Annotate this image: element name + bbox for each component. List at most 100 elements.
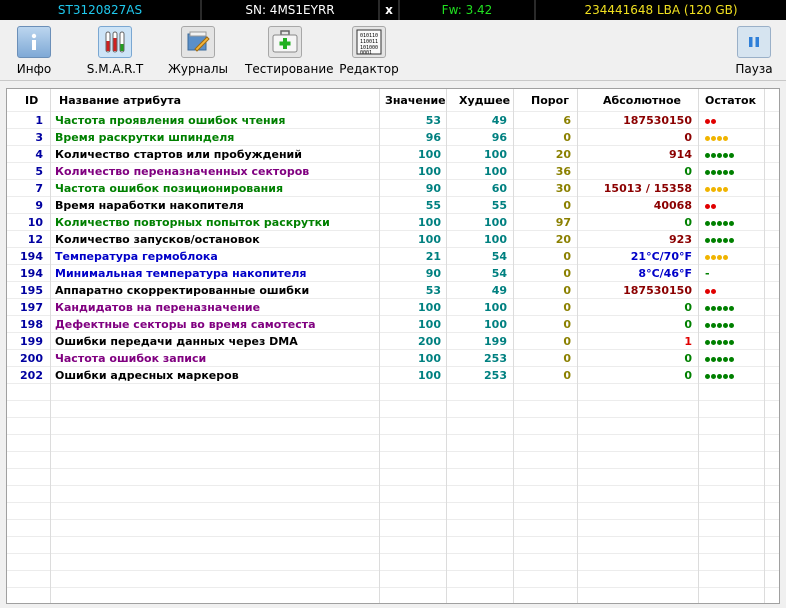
health-dot	[711, 169, 716, 175]
health-dot	[723, 152, 728, 158]
table-row[interactable]: 199 Ошибки передачи данных через DMA 200 19…	[7, 333, 779, 350]
attribute-raw: 21°C/70°F	[630, 250, 692, 263]
row-divider	[7, 434, 779, 435]
health-dot	[729, 220, 734, 226]
attribute-id: 194	[20, 250, 43, 263]
health-dot	[723, 356, 728, 362]
health-dot	[711, 322, 716, 328]
remaining-indicator	[705, 333, 735, 350]
attribute-raw: 15013 / 15358	[603, 182, 692, 195]
health-dot	[705, 288, 710, 294]
pause-button[interactable]: Пауза	[714, 24, 786, 78]
attribute-name: Ошибки адресных маркеров	[55, 369, 239, 382]
journals-button[interactable]: Журналы	[158, 24, 238, 78]
health-dot	[711, 373, 716, 379]
first-aid-kit-icon	[268, 26, 302, 58]
attribute-name: Количество стартов или пробуждений	[55, 148, 302, 161]
header-id[interactable]: ID	[25, 94, 38, 107]
table-row[interactable]: 202 Ошибки адресных маркеров 100 253 0 0	[7, 367, 779, 384]
remaining-indicator	[705, 367, 735, 384]
attribute-threshold: 0	[563, 284, 571, 297]
attribute-name: Дефектные секторы во время самотеста	[55, 318, 316, 331]
health-dot	[723, 373, 728, 379]
attribute-raw: 0	[684, 216, 692, 229]
header-worst[interactable]: Худшее	[459, 94, 510, 107]
header-threshold[interactable]: Порог	[531, 94, 569, 107]
attribute-value: 100	[418, 318, 441, 331]
table-row[interactable]: 10 Количество повторных попыток раскрутки…	[7, 214, 779, 231]
health-dot	[723, 169, 728, 175]
table-row[interactable]: 1 Частота проявления ошибок чтения 53 49 6 18…	[7, 112, 779, 129]
health-dot	[723, 220, 728, 226]
attribute-name: Температура гермоблока	[55, 250, 218, 263]
table-row[interactable]: 197 Кандидатов на переназначение 100 100 0 0	[7, 299, 779, 316]
attribute-raw: 0	[684, 369, 692, 382]
table-row[interactable]: 7 Частота ошибок позиционирования 90 60 30 15…	[7, 180, 779, 197]
table-row[interactable]: 5 Количество переназначенных секторов 100 1…	[7, 163, 779, 180]
remaining-indicator	[705, 214, 735, 231]
attribute-worst: 100	[484, 148, 507, 161]
smart-attributes-table[interactable]: ID Название атрибута Значение Худшее Пор…	[6, 88, 780, 604]
attribute-value: 53	[425, 114, 441, 127]
health-dot	[705, 135, 710, 141]
attribute-value: 100	[418, 148, 441, 161]
health-dot	[711, 339, 716, 345]
attribute-name: Частота ошибок позиционирования	[55, 182, 284, 195]
drive-serial: SN: 4MS1EYRR	[200, 0, 378, 20]
remaining-indicator	[705, 163, 735, 180]
health-dot	[723, 339, 728, 345]
attribute-threshold: 0	[563, 352, 571, 365]
row-divider	[7, 502, 779, 503]
info-button[interactable]: Инфо	[0, 24, 74, 78]
health-dot	[717, 373, 722, 379]
testing-button[interactable]: Тестирование	[245, 24, 334, 78]
attribute-threshold: 0	[563, 267, 571, 280]
header-remaining[interactable]: Остаток	[705, 94, 756, 107]
table-row[interactable]: 9 Время наработки накопителя 55 55 0 40068	[7, 197, 779, 214]
health-dot	[729, 237, 734, 243]
smart-label: S.M.A.R.T	[86, 62, 144, 76]
header-raw[interactable]: Абсолютное	[603, 94, 681, 107]
header-attribute-name[interactable]: Название атрибута	[59, 94, 181, 107]
remaining-indicator	[705, 129, 729, 146]
health-dot	[717, 152, 722, 158]
table-row[interactable]: 194 Температура гермоблока 21 54 0 21°C/70°F	[7, 248, 779, 265]
table-row[interactable]: 200 Частота ошибок записи 100 253 0 0	[7, 350, 779, 367]
table-row[interactable]: 198 Дефектные секторы во время самотеста 1…	[7, 316, 779, 333]
close-drive-button[interactable]: x	[378, 0, 398, 20]
health-dot	[729, 169, 734, 175]
table-row[interactable]: 3 Время раскрутки шпинделя 96 96 0 0	[7, 129, 779, 146]
health-dot	[705, 356, 710, 362]
attribute-threshold: 30	[555, 182, 571, 195]
pause-icon	[737, 26, 771, 58]
attribute-threshold: 6	[563, 114, 571, 127]
health-dot	[711, 186, 716, 192]
health-dot	[723, 254, 728, 260]
attribute-value: 100	[418, 352, 441, 365]
table-row[interactable]: 194 Минимальная температура накопителя 90 5…	[7, 265, 779, 282]
health-dot	[723, 322, 728, 328]
editor-button[interactable]: 010110 110011 101000 0001 Редактор	[329, 24, 409, 78]
attribute-raw: 0	[684, 165, 692, 178]
test-tubes-icon	[98, 26, 132, 58]
info-label: Инфо	[16, 62, 52, 76]
attribute-worst: 253	[484, 352, 507, 365]
attribute-id: 1	[35, 114, 43, 127]
table-row[interactable]: 4 Количество стартов или пробуждений 100 10…	[7, 146, 779, 163]
health-dot	[705, 254, 710, 260]
attribute-worst: 253	[484, 369, 507, 382]
header-value[interactable]: Значение	[385, 94, 446, 107]
smart-button[interactable]: S.M.A.R.T	[75, 24, 155, 78]
health-dot	[711, 305, 716, 311]
svg-text:0001: 0001	[360, 50, 372, 56]
attribute-threshold: 36	[555, 165, 571, 178]
table-row[interactable]: 195 Аппаратно скорректированные ошибки 53 4…	[7, 282, 779, 299]
attribute-raw: 0	[684, 301, 692, 314]
toolbar: Инфо S.M.A.R.T Журналы Тестирование 0101…	[0, 20, 786, 81]
attribute-raw: 8°C/46°F	[638, 267, 692, 280]
attribute-raw: 923	[669, 233, 692, 246]
attribute-name: Количество повторных попыток раскрутки	[55, 216, 330, 229]
attribute-worst: 100	[484, 165, 507, 178]
table-row[interactable]: 12 Количество запусков/остановок 100 100 20 9…	[7, 231, 779, 248]
attribute-name: Время наработки накопителя	[55, 199, 244, 212]
